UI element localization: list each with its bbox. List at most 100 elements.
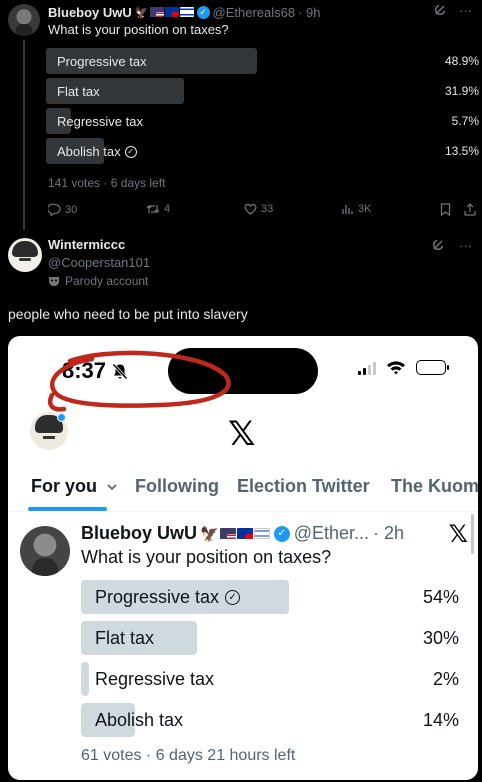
- post-time[interactable]: · 9h: [298, 5, 320, 20]
- poll-option-text: Progressive tax: [95, 587, 220, 607]
- poll-question: What is your position on taxes?: [48, 22, 229, 37]
- poll-option-label: Regressive tax: [95, 669, 214, 690]
- poll-option-label: Abolish tax ✓: [57, 144, 137, 159]
- post-header: Blueboy UwU 🦅 ✓ @Ether... · 2h: [81, 523, 404, 544]
- status-icons: [358, 360, 449, 375]
- chevron-down-icon: [107, 484, 117, 491]
- flag-tw-icon: [236, 528, 253, 539]
- author-handle[interactable]: @Ether...: [294, 523, 369, 544]
- poll-option-label: Progressive tax ✓: [95, 587, 241, 608]
- reply-icon: [48, 203, 61, 216]
- repost-button[interactable]: 4: [146, 203, 170, 215]
- reply-button[interactable]: 30: [48, 203, 77, 216]
- battery-icon: [416, 360, 449, 375]
- reply-avatar[interactable]: [8, 238, 42, 272]
- post-header: Blueboy UwU 🦅 ✓ @Ethereals68 · 9h: [48, 3, 474, 21]
- poll-option: Abolish tax 14%: [81, 703, 461, 737]
- grok-icon[interactable]: [431, 238, 445, 255]
- mask-icon: [49, 276, 59, 286]
- more-icon[interactable]: ···: [459, 238, 472, 255]
- action-bar: 30 4 33 3K: [48, 203, 478, 219]
- poll-option: Flat tax 30%: [81, 621, 461, 655]
- poll-option-text: Abolish tax: [95, 710, 184, 730]
- poll-option-text: Abolish tax: [57, 144, 121, 159]
- x-logo-icon: 𝕏: [228, 414, 256, 454]
- poll-options: Progressive tax ✓ 54% Flat tax 30% Regressive…: [81, 580, 461, 744]
- author-name[interactable]: Blueboy UwU: [81, 523, 197, 544]
- poll-option: Regressive tax 5.7%: [46, 108, 482, 134]
- scrollbar[interactable]: [471, 514, 474, 554]
- author-avatar[interactable]: [20, 526, 70, 576]
- reply-author-name[interactable]: Wintermiccc: [48, 237, 125, 252]
- views-count: 3K: [358, 203, 372, 215]
- name-emojis: 🦅: [135, 6, 194, 19]
- check-circle-icon: ✓: [225, 590, 241, 605]
- author-handle[interactable]: @Ethereals68: [213, 5, 296, 20]
- poll-option: Progressive tax 48.9%: [46, 48, 482, 74]
- flag-il-icon: [179, 7, 194, 17]
- more-icon[interactable]: ···: [459, 3, 472, 20]
- repost-count: 4: [164, 203, 171, 215]
- views-button[interactable]: 3K: [342, 203, 371, 215]
- reply-count: 30: [65, 203, 78, 216]
- flag-us-icon: [219, 528, 236, 539]
- poll-option-text: Regressive tax: [95, 669, 215, 689]
- parody-text: Parody account: [65, 274, 149, 288]
- timeline-tabs: For you Following Election Twitter The K…: [8, 468, 478, 512]
- poll-option-percent: 5.7%: [451, 114, 479, 128]
- thread-line: [23, 40, 25, 230]
- poll-question: What is your position on taxes?: [81, 547, 332, 567]
- name-emojis: 🦅: [200, 525, 270, 543]
- poll-options: Progressive tax 48.9% Flat tax 31.9% Regress…: [46, 48, 482, 168]
- reply-author-handle[interactable]: @Cooperstan101: [48, 255, 150, 270]
- tab-for-you[interactable]: For you: [31, 476, 118, 497]
- views-icon: [342, 205, 353, 214]
- poll-option: Progressive tax ✓ 54%: [81, 580, 461, 614]
- signal-icon: [358, 361, 376, 375]
- tab-label: For you: [31, 476, 97, 496]
- author-name[interactable]: Blueboy UwU: [48, 5, 132, 20]
- avatar[interactable]: [8, 4, 40, 36]
- reply-header-actions: ···: [431, 238, 472, 255]
- poll-option: Abolish tax ✓ 13.5%: [46, 138, 482, 164]
- poll-option-label: Abolish tax: [95, 710, 183, 731]
- poll-option-percent: 31.9%: [444, 84, 479, 98]
- poll-option-percent: 54%: [422, 587, 459, 607]
- annotation-circle: [47, 350, 231, 412]
- wifi-icon: [387, 361, 405, 375]
- poll-option-text: Progressive tax: [57, 54, 147, 69]
- like-button[interactable]: 33: [244, 203, 273, 215]
- eagle-icon: 🦅: [200, 525, 219, 543]
- repost-icon: [146, 205, 160, 213]
- tab-election-twitter[interactable]: Election Twitter: [237, 476, 370, 497]
- tab-following[interactable]: Following: [135, 476, 219, 497]
- poll-option-percent: 14%: [422, 710, 459, 730]
- poll-option-label: Regressive tax: [57, 114, 143, 129]
- flag-tw-icon: [164, 7, 179, 17]
- poll-option-percent: 48.9%: [444, 54, 479, 68]
- bookmark-icon[interactable]: [440, 203, 451, 216]
- share-icon[interactable]: [464, 203, 476, 216]
- poll-option-text: Regressive tax: [57, 114, 143, 129]
- poll-option: Flat tax 31.9%: [46, 78, 482, 104]
- poll-option-label: Flat tax: [95, 628, 154, 649]
- poll-option-label: Flat tax: [57, 84, 100, 99]
- like-count: 33: [261, 203, 274, 215]
- reply-text: people who need to be put into slavery: [8, 306, 248, 322]
- poll-option-bar: [81, 662, 89, 696]
- eagle-icon: 🦅: [134, 6, 149, 19]
- tab-the-kuom[interactable]: The Kuom: [391, 476, 478, 497]
- flag-us-icon: [149, 7, 164, 17]
- grok-icon[interactable]: [433, 3, 447, 20]
- flag-il-icon: [253, 528, 270, 539]
- post-header-actions: ···: [433, 3, 472, 20]
- poll-option-percent: 30%: [422, 628, 459, 648]
- check-circle-icon: ✓: [124, 145, 137, 158]
- poll-option-percent: 2%: [432, 669, 459, 689]
- verified-icon: ✓: [273, 525, 290, 542]
- poll-option-text: Flat tax: [95, 628, 155, 648]
- poll-meta: 61 votes · 6 days 21 hours left: [81, 747, 296, 764]
- poll-meta: 141 votes · 6 days left: [48, 176, 166, 190]
- post-time[interactable]: · 2h: [373, 523, 404, 544]
- poll-option-percent: 13.5%: [444, 144, 479, 158]
